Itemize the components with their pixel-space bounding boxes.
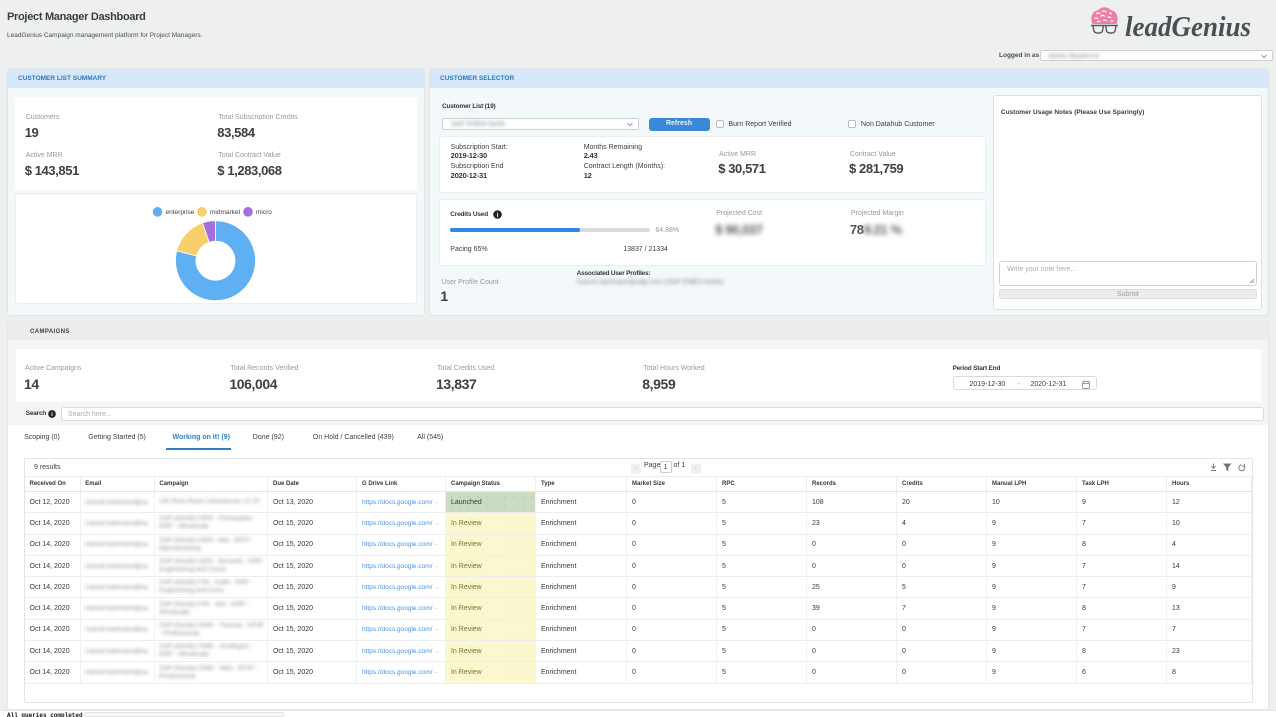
svg-text:leadGenius: leadGenius xyxy=(1125,11,1251,43)
svg-text:midmarket: midmarket xyxy=(210,209,241,216)
svg-text:i: i xyxy=(496,212,498,219)
svg-text:enterprise: enterprise xyxy=(166,209,195,216)
svg-text:micro: micro xyxy=(256,209,272,216)
